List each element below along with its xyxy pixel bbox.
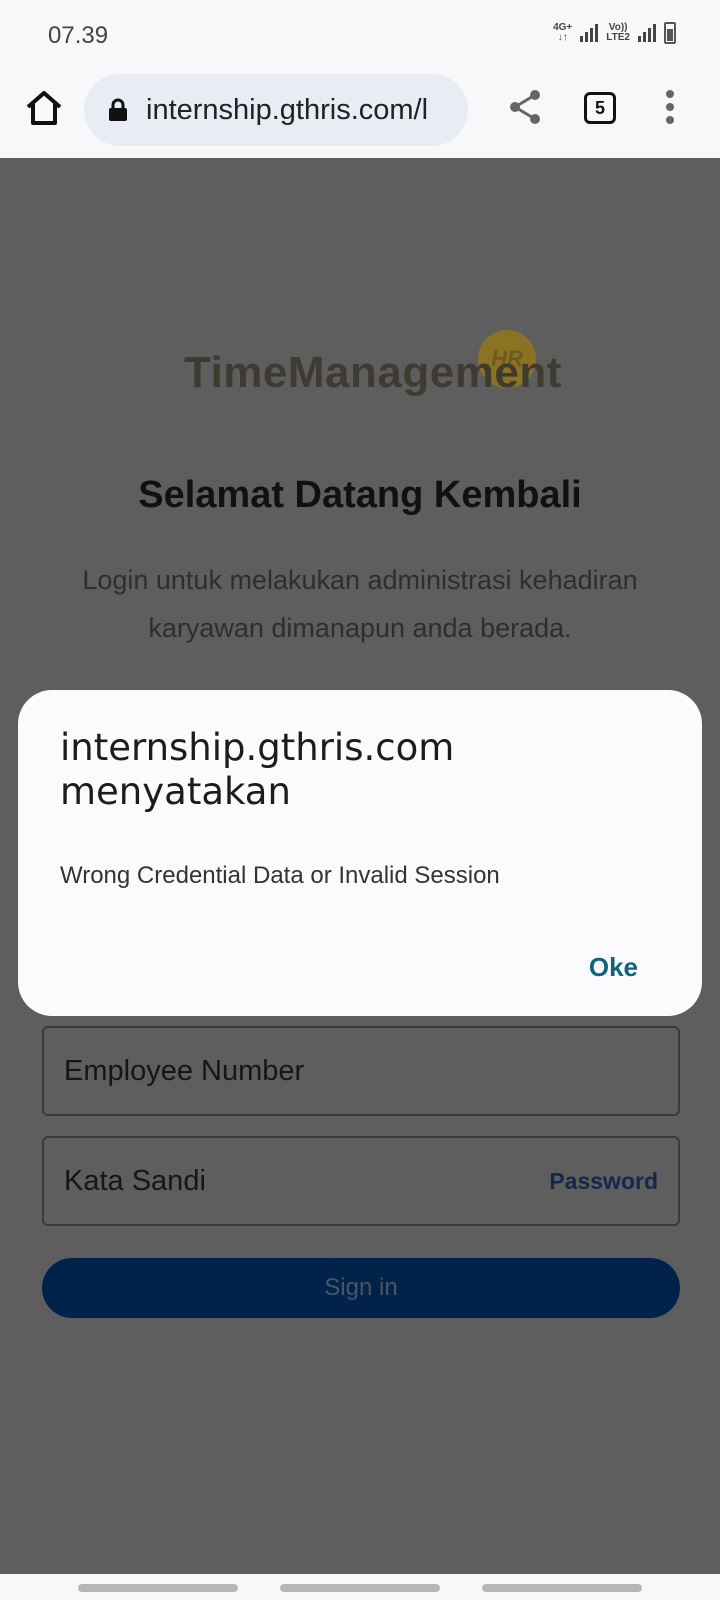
- employee-number-placeholder: Employee Number: [64, 1054, 305, 1087]
- logo-text: TimeManagement: [184, 348, 562, 397]
- ok-button[interactable]: Oke: [589, 952, 638, 983]
- sign-in-button[interactable]: Sign in: [42, 1258, 680, 1318]
- password-field[interactable]: Kata Sandi Password: [42, 1136, 680, 1226]
- nav-home-button[interactable]: [280, 1584, 440, 1592]
- status-time: 07.39: [48, 22, 109, 49]
- password-placeholder: Kata Sandi: [64, 1164, 206, 1197]
- nav-back-button[interactable]: [482, 1584, 642, 1592]
- page-title: Selamat Datang Kembali: [138, 474, 582, 516]
- nav-recent-button[interactable]: [78, 1584, 238, 1592]
- home-icon[interactable]: [24, 88, 64, 128]
- data-arrows-icon: ↓↑: [557, 32, 568, 43]
- tab-switcher-button[interactable]: 5: [584, 92, 616, 124]
- signal-icon-2: [638, 24, 656, 42]
- address-bar[interactable]: internship.gthris.com/l: [84, 74, 468, 146]
- lte2-text: LTE2: [606, 32, 630, 43]
- page-subtitle: Login untuk melakukan administrasi kehad…: [82, 565, 638, 643]
- employee-number-field[interactable]: Employee Number: [42, 1026, 680, 1116]
- more-menu-icon[interactable]: [664, 90, 676, 126]
- status-bar: 07.39 4G+ ↓↑ Vo)) LTE2: [0, 0, 720, 70]
- dialog-message: Wrong Credential Data or Invalid Session: [60, 862, 500, 889]
- lock-icon: [109, 98, 127, 121]
- alert-dialog: internship.gthris.com menyatakan Wrong C…: [18, 690, 702, 1016]
- status-icons: 4G+ ↓↑ Vo)) LTE2: [553, 22, 676, 44]
- battery-icon: [664, 22, 676, 44]
- share-icon[interactable]: [508, 88, 542, 126]
- system-nav-bar: [0, 1574, 720, 1600]
- network-4g-label: 4G+ ↓↑: [553, 23, 572, 43]
- network-lte2-label: Vo)) LTE2: [606, 23, 630, 43]
- url-text: internship.gthris.com/l: [146, 93, 429, 126]
- signal-icon: [580, 24, 599, 42]
- dialog-title: internship.gthris.com menyatakan: [60, 726, 455, 813]
- password-toggle[interactable]: Password: [549, 1168, 658, 1195]
- browser-toolbar: internship.gthris.com/l 5: [0, 70, 720, 158]
